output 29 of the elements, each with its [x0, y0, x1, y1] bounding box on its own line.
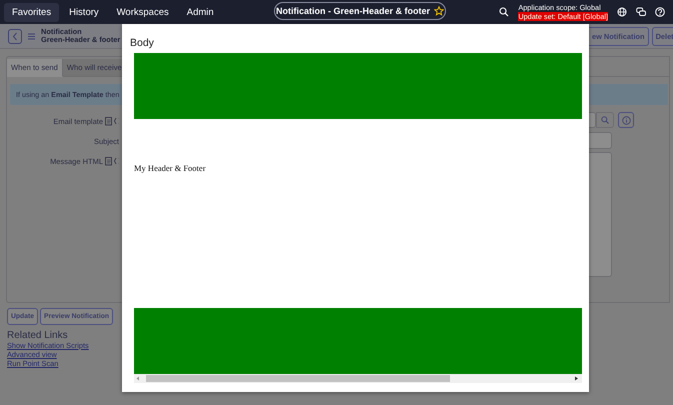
help-icon[interactable] [655, 7, 665, 17]
lookup-button[interactable] [596, 112, 614, 128]
search-icon[interactable] [499, 7, 510, 17]
nav-menu-item[interactable]: Workspaces [108, 2, 177, 22]
horizontal-scrollbar[interactable] [134, 374, 582, 383]
back-button[interactable] [8, 28, 22, 44]
preview-text: My Header & Footer [134, 163, 207, 173]
info-icon [622, 116, 630, 124]
info-button[interactable] [618, 112, 634, 128]
chevron-left-icon [12, 32, 18, 40]
page-title: Notification - Green-Header & footer [276, 6, 430, 16]
section-heading: Related Links [7, 330, 69, 341]
html-editor[interactable] [589, 152, 612, 277]
nav-menu-item[interactable]: Favorites [4, 2, 60, 22]
input-field[interactable] [589, 132, 612, 148]
nav-menu-item[interactable]: Admin [178, 2, 222, 22]
code-icon[interactable] [114, 157, 119, 165]
menu-icon[interactable] [28, 32, 35, 40]
chat-icon[interactable] [636, 7, 646, 17]
star-icon[interactable] [434, 6, 444, 16]
page-title-pill[interactable]: Notification - Green-Header & footer [274, 2, 446, 20]
nav-menu-item[interactable]: History [61, 2, 107, 22]
document-icon[interactable] [105, 156, 112, 166]
code-icon[interactable] [114, 117, 119, 125]
input-field[interactable] [589, 112, 596, 128]
modal-title: Body [130, 37, 155, 51]
document-icon[interactable] [105, 116, 112, 126]
globe-icon[interactable] [617, 7, 627, 17]
search-icon [601, 116, 609, 124]
